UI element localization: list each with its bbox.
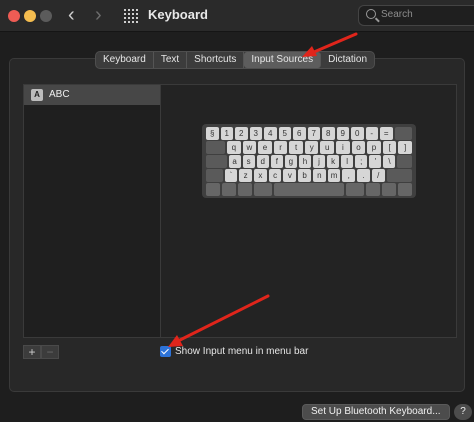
keyboard-key: k — [327, 155, 340, 168]
window-title: Keyboard — [148, 7, 208, 22]
keyboard-key — [206, 169, 223, 182]
forward-arrow-icon[interactable]: › — [95, 5, 102, 25]
keyboard-key: = — [380, 127, 393, 140]
keyboard-key — [398, 183, 412, 196]
title-bar: ‹ › Keyboard Search — [0, 0, 474, 32]
keyboard-key: ' — [369, 155, 382, 168]
keyboard-key: v — [283, 169, 297, 182]
tab-bar: Keyboard Text Shortcuts Input Sources Di… — [95, 51, 376, 69]
keyboard-key: d — [256, 155, 269, 168]
zoom-window-button[interactable] — [40, 10, 52, 22]
keyboard-key — [382, 183, 397, 196]
list-item[interactable]: A ABC — [24, 85, 160, 105]
keyboard-key: - — [365, 127, 378, 140]
minimize-window-button[interactable] — [24, 10, 36, 22]
tab-keyboard[interactable]: Keyboard — [96, 52, 154, 68]
show-input-menu-checkbox[interactable] — [160, 346, 171, 357]
keyboard-key: z — [239, 169, 253, 182]
keyboard-key: n — [312, 169, 326, 182]
keyboard-key: c — [268, 169, 282, 182]
keyboard-key: q — [227, 141, 241, 154]
keyboard-key: b — [298, 169, 311, 182]
keyboard-key: 4 — [264, 127, 277, 140]
show-input-menu-label: Show Input menu in menu bar — [175, 346, 309, 357]
keyboard-key: [ — [382, 141, 397, 154]
help-button[interactable]: ? — [454, 404, 472, 420]
keyboard-row: a s d f g h j k l; ' \ — [205, 155, 413, 168]
keyboard-key: t — [289, 141, 303, 154]
show-input-menu-option[interactable]: Show Input menu in menu bar — [160, 346, 308, 357]
setup-bluetooth-keyboard-button[interactable]: Set Up Bluetooth Keyboard... — [302, 404, 450, 420]
keyboard-key: . — [357, 169, 370, 182]
keyboard-key — [221, 183, 236, 196]
keyboard-key — [206, 155, 227, 168]
keyboard-key: 7 — [307, 127, 320, 140]
keyboard-key — [366, 183, 381, 196]
keyboard-key — [253, 183, 273, 196]
keyboard-key: 5 — [278, 127, 291, 140]
list-item-label: ABC — [49, 89, 70, 100]
keyboard-row: ` z x c v b n m,. / — [205, 169, 413, 182]
keyboard-key: f — [270, 155, 283, 168]
tab-shortcuts[interactable]: Shortcuts — [187, 52, 245, 68]
keyboard-row — [205, 183, 413, 196]
keyboard-key: o — [351, 141, 366, 154]
tab-text[interactable]: Text — [154, 52, 188, 68]
keyboard-key: / — [371, 169, 385, 182]
keyboard-key: ] — [398, 141, 412, 154]
keyboard-key: 1 — [220, 127, 233, 140]
keyboard-key — [206, 183, 220, 196]
input-source-list[interactable]: A ABC — [23, 84, 161, 338]
search-field[interactable]: Search — [358, 5, 474, 26]
keyboard-key: w — [242, 141, 257, 154]
input-source-detail — [161, 84, 457, 338]
keyboard-key: ; — [355, 155, 368, 168]
remove-input-source-button[interactable]: − — [41, 345, 59, 359]
keyboard-key: j — [313, 155, 326, 168]
keyboard-row: q w e r t y u i o p[] — [205, 141, 413, 154]
keyboard-key: 0 — [351, 127, 364, 140]
keyboard-key: ` — [224, 169, 238, 182]
keyboard-key: m — [327, 169, 341, 182]
keyboard-key: 2 — [235, 127, 248, 140]
back-arrow-icon[interactable]: ‹ — [68, 5, 75, 25]
keyboard-key: 6 — [293, 127, 306, 140]
keyboard-key — [237, 183, 252, 196]
keyboard-key — [397, 155, 412, 168]
keyboard-key: r — [273, 141, 288, 154]
keyboard-key: p — [367, 141, 381, 154]
keyboard-key: x — [254, 169, 267, 182]
keyboard-key: y — [304, 141, 319, 154]
add-remove-controls: + − — [23, 345, 59, 359]
add-input-source-button[interactable]: + — [23, 345, 41, 359]
keyboard-key: a — [228, 155, 241, 168]
keyboard-key: 8 — [322, 127, 335, 140]
keyboard-key: s — [242, 155, 255, 168]
keyboard-key — [274, 183, 344, 196]
keyboard-key: i — [336, 141, 350, 154]
keyboard-key — [206, 141, 226, 154]
keyboard-key: l — [341, 155, 354, 168]
keyboard-key: g — [284, 155, 297, 168]
keyboard-key: e — [258, 141, 272, 154]
keyboard-row: § 1 2 3 4 5 6 7 8 9 0- = — [205, 127, 413, 140]
keyboard-key — [386, 169, 413, 182]
keyboard-key: h — [298, 155, 311, 168]
search-placeholder: Search — [381, 9, 413, 20]
keyboard-key: 9 — [336, 127, 349, 140]
abc-input-icon: A — [31, 89, 43, 101]
keyboard-key: u — [320, 141, 335, 154]
keyboard-layout-preview: § 1 2 3 4 5 6 7 8 9 0- = q w e r t y u i o p[] a s d f g h j k l; ' \ … — [202, 124, 416, 198]
tab-dictation[interactable]: Dictation — [321, 52, 374, 68]
keyboard-key: 3 — [249, 127, 262, 140]
keyboard-key: \ — [383, 155, 396, 168]
keyboard-key — [394, 127, 412, 140]
keyboard-key — [345, 183, 365, 196]
keyboard-key: , — [342, 169, 356, 182]
tab-input-sources[interactable]: Input Sources — [244, 52, 322, 68]
keyboard-key: § — [206, 127, 219, 140]
grid-icon[interactable] — [124, 9, 138, 23]
close-window-button[interactable] — [8, 10, 20, 22]
search-icon — [366, 9, 376, 19]
